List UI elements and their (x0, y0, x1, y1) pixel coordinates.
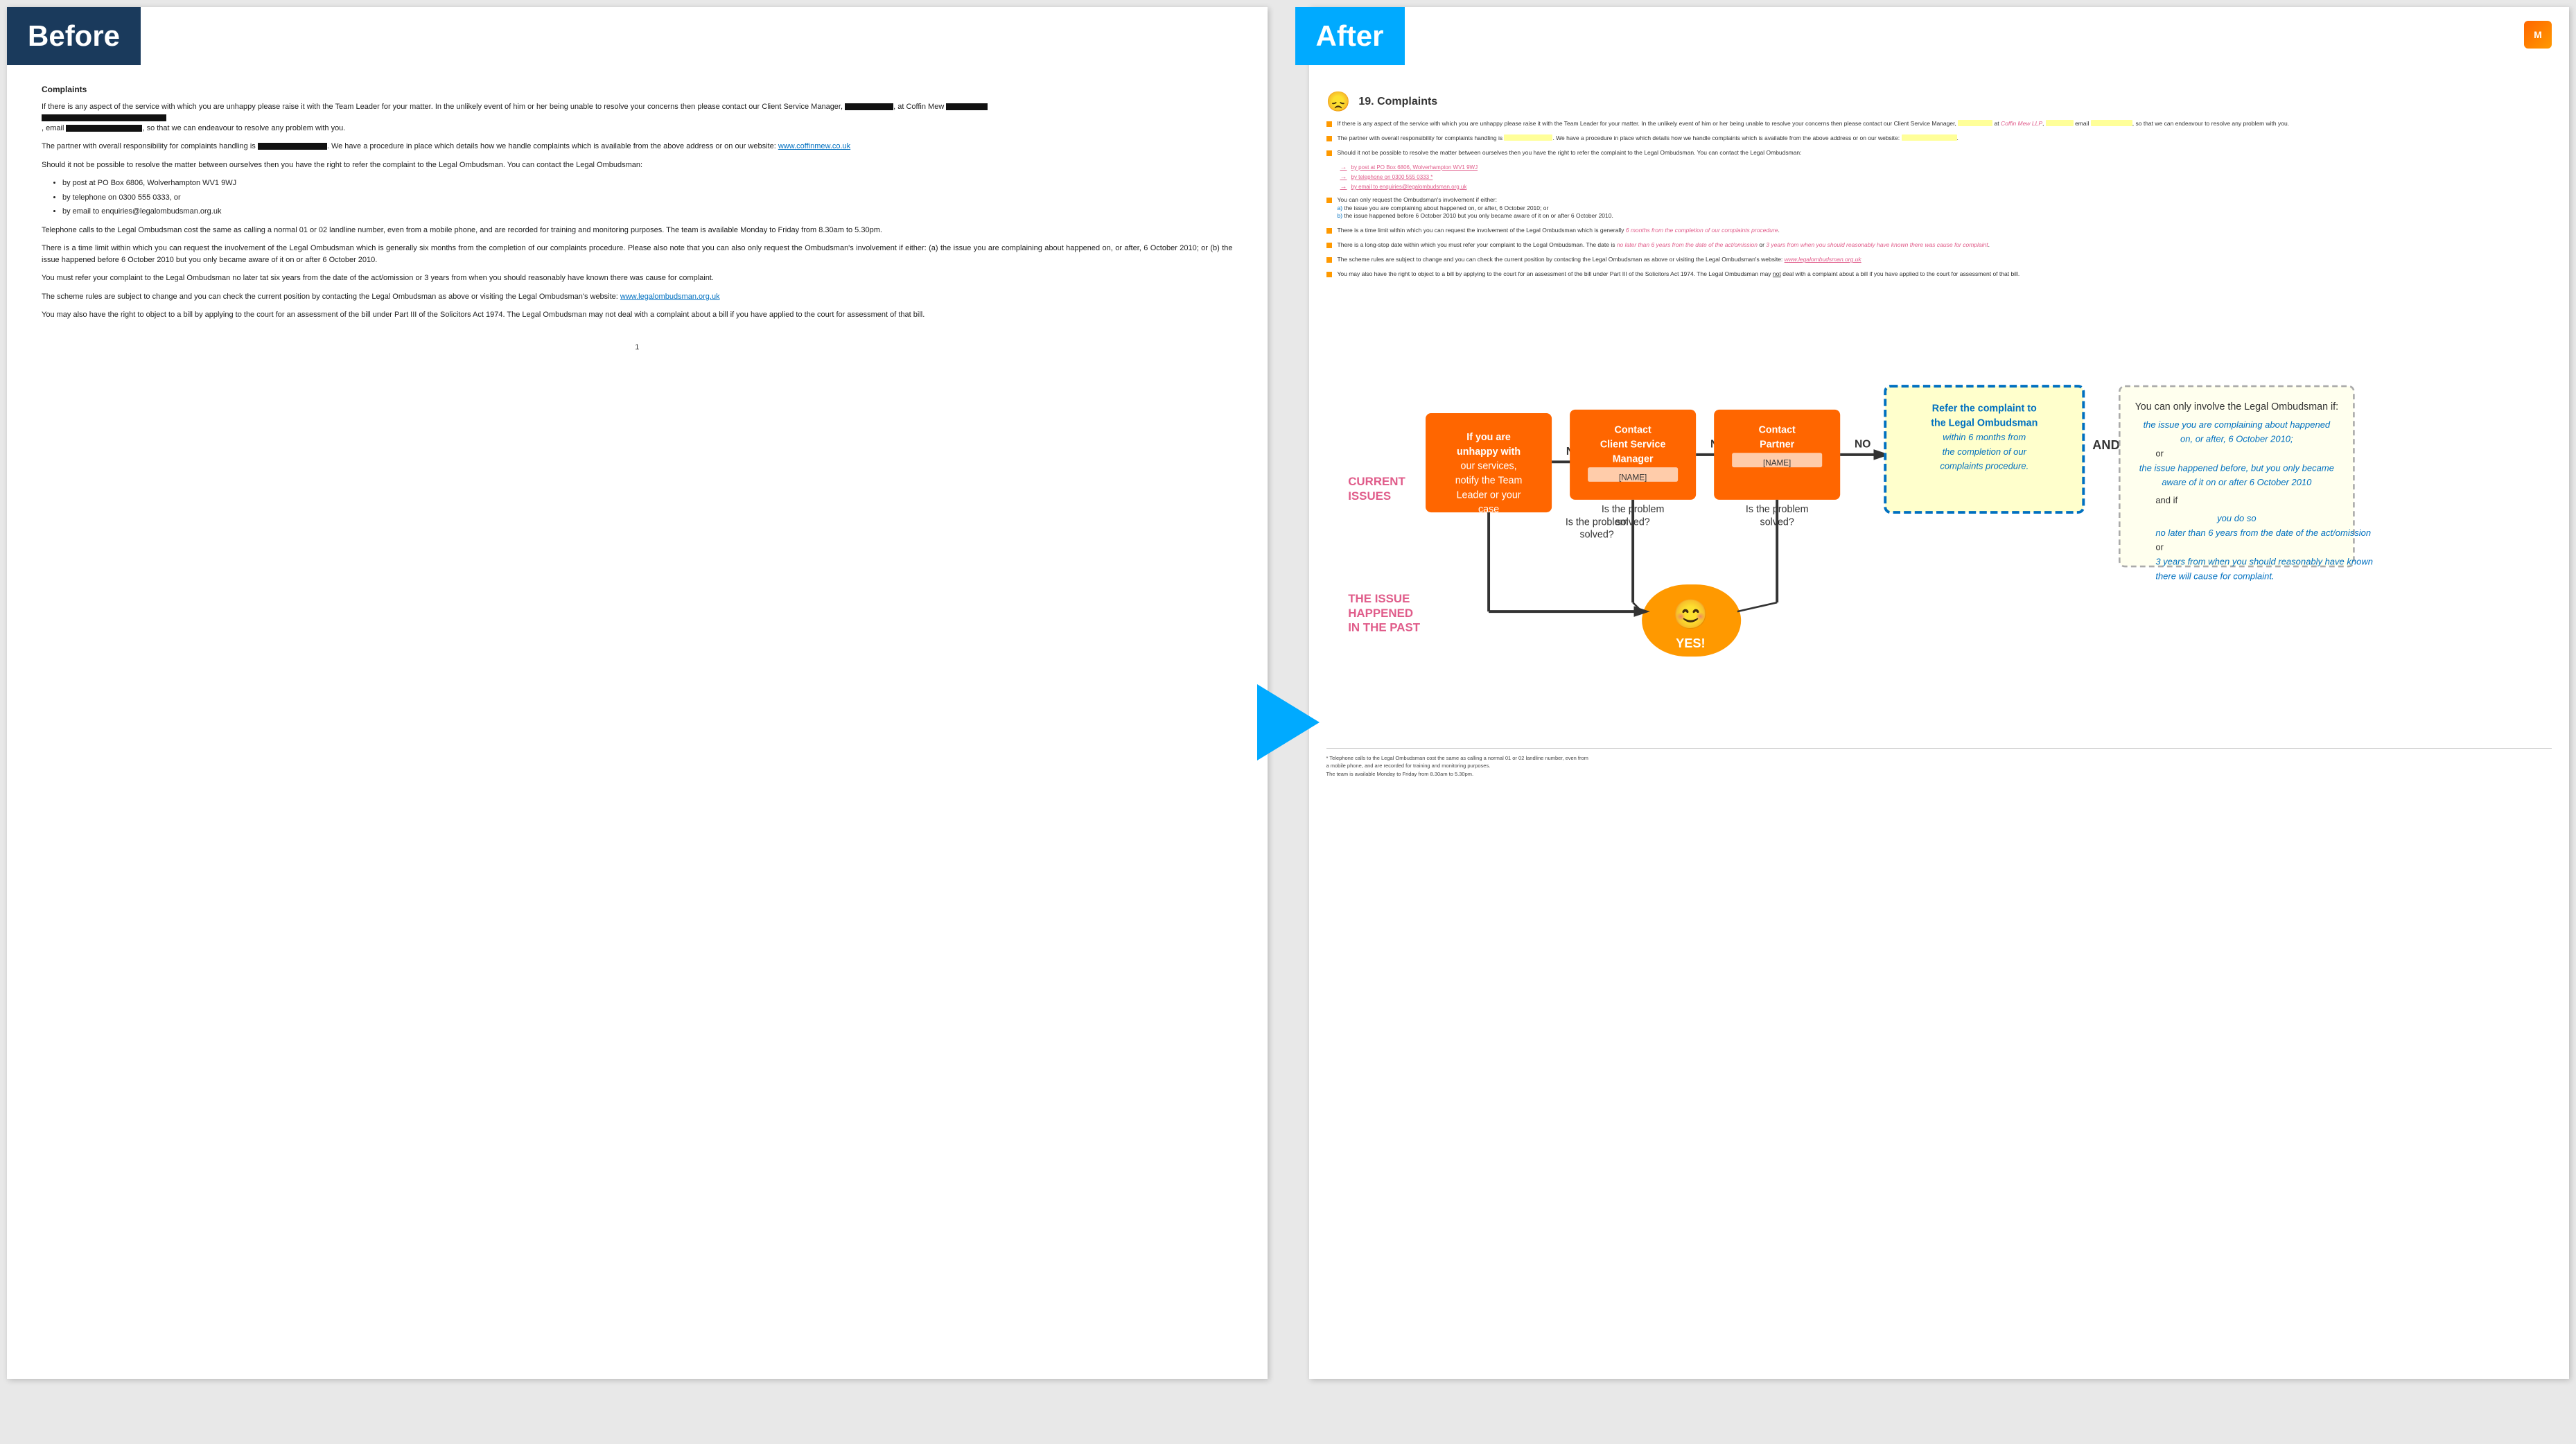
bullet-icon-3 (1326, 150, 1332, 156)
after-bullet-1: If there is any aspect of the service wi… (1326, 120, 2552, 128)
svg-text:YES!: YES! (1676, 636, 1705, 650)
contact-link-text-3: by email to enquiries@legalombudsman.org… (1351, 184, 1467, 190)
svg-text:Client Service: Client Service (1600, 439, 1665, 450)
before-para-3: Should it not be possible to resolve the… (42, 159, 1233, 171)
section-header: 😞 19. Complaints (1326, 90, 2552, 113)
after-bullet-7: The scheme rules are subject to change a… (1326, 256, 2552, 264)
after-bullet-3: Should it not be possible to resolve the… (1326, 149, 2552, 157)
svg-text:Contact: Contact (1614, 425, 1651, 436)
before-para-7: The scheme rules are subject to change a… (42, 291, 1233, 303)
svg-text:Partner: Partner (1760, 439, 1794, 450)
after-bullet-6: There is a long-stop date within which y… (1326, 241, 2552, 250)
svg-text:on, or after, 6 October 2010;: on, or after, 6 October 2010; (2180, 434, 2293, 444)
bullet-icon-1 (1326, 121, 1332, 127)
company-logo: M (2524, 21, 2552, 49)
before-contact-list: by post at PO Box 6806, Wolverhampton WV… (62, 177, 1233, 218)
svg-text:THE ISSUE: THE ISSUE (1348, 592, 1410, 605)
after-bullet-8: You may also have the right to object to… (1326, 270, 2552, 279)
svg-text:and if: and if (2155, 495, 2178, 505)
svg-text:[NAME]: [NAME] (1619, 473, 1647, 482)
svg-text:😊: 😊 (1672, 598, 1708, 630)
after-bullet-5: There is a time limit within which you c… (1326, 227, 2552, 235)
svg-text:If you are: If you are (1466, 432, 1511, 443)
before-para-8: You may also have the right to object to… (42, 309, 1233, 321)
contact-link-3: → by email to enquiries@legalombudsman.o… (1340, 183, 2552, 191)
svg-text:within 6 months from: within 6 months from (1943, 432, 2026, 442)
svg-text:NO: NO (1855, 438, 1870, 450)
svg-text:aware of it on or after 6 Octo: aware of it on or after 6 October 2010 (2162, 477, 2312, 487)
before-list-item-3: by email to enquiries@legalombudsman.org… (62, 206, 1233, 218)
svg-text:CURRENT: CURRENT (1348, 475, 1405, 488)
after-bullets-1: If there is any aspect of the service wi… (1326, 120, 2552, 157)
before-para-6: You must refer your complaint to the Leg… (42, 272, 1233, 284)
arrow-icon-2: → (1340, 173, 1347, 181)
svg-text:HAPPENED: HAPPENED (1348, 607, 1413, 620)
svg-text:IN THE PAST: IN THE PAST (1348, 621, 1421, 634)
svg-text:ISSUES: ISSUES (1348, 489, 1391, 503)
after-bullet-4: You can only request the Ombudsman's inv… (1326, 196, 2552, 221)
svg-text:the issue you are complaining: the issue you are complaining about happ… (2143, 419, 2330, 430)
svg-text:Contact: Contact (1758, 425, 1795, 436)
svg-text:Leader or your: Leader or your (1456, 489, 1521, 501)
svg-text:our services,: our services, (1460, 461, 1516, 472)
after-bullets-2: You can only request the Ombudsman's inv… (1326, 196, 2552, 279)
flowchart: CURRENT ISSUES If you are unhappy with o… (1326, 287, 2552, 741)
before-list-item-1: by post at PO Box 6806, Wolverhampton WV… (62, 177, 1233, 189)
before-heading: Complaints (42, 83, 1233, 96)
svg-text:no later than 6 years from the: no later than 6 years from the date of t… (2155, 528, 2371, 538)
svg-text:solved?: solved? (1579, 529, 1613, 540)
before-para-5: There is a time limit within which you c… (42, 243, 1233, 266)
sad-face-icon: 😞 (1326, 90, 1351, 113)
arrow-icon-3: → (1340, 183, 1347, 191)
contact-link-text-1: by post at PO Box 6806, Wolverhampton WV… (1351, 164, 1478, 171)
bullet-icon-5 (1326, 228, 1332, 234)
svg-text:notify the Team: notify the Team (1455, 475, 1522, 486)
before-panel: Before Complaints If there is any aspect… (0, 0, 1288, 1444)
bullet-icon-8 (1326, 272, 1332, 277)
svg-text:3 years from when you should r: 3 years from when you should reasonably … (2155, 556, 2373, 566)
flowchart-svg: CURRENT ISSUES If you are unhappy with o… (1326, 287, 2552, 738)
before-para-4: Telephone calls to the Legal Ombudsman c… (42, 225, 1233, 236)
svg-text:unhappy with: unhappy with (1457, 446, 1521, 458)
svg-text:You can only involve the Legal: You can only involve the Legal Ombudsman… (2135, 401, 2338, 412)
svg-text:Manager: Manager (1612, 453, 1653, 464)
contact-link-text-2: by telephone on 0300 555 0333 * (1351, 174, 1433, 180)
bullet-icon-6 (1326, 243, 1332, 248)
ombudsman-link-before[interactable]: www.legalombudsman.org.uk (620, 293, 720, 301)
svg-text:or: or (2155, 542, 2164, 553)
bullet-icon-7 (1326, 257, 1332, 263)
svg-text:you do so: you do so (2216, 513, 2256, 523)
after-panel: After M 😞 19. Complaints If there is any… (1288, 0, 2576, 1444)
before-list-item-2: by telephone on 0300 555 0333, or (62, 192, 1233, 204)
after-label: After (1295, 7, 1405, 65)
after-doc-header: M (1326, 21, 2552, 49)
contact-link-2: → by telephone on 0300 555 0333 * (1340, 173, 2552, 181)
svg-text:[NAME]: [NAME] (1763, 458, 1791, 467)
svg-text:AND: AND (2092, 438, 2119, 452)
before-doc-content: Complaints If there is any aspect of the… (42, 83, 1233, 353)
svg-text:the completion of our: the completion of our (1942, 446, 2026, 457)
arrow-triangle (1257, 684, 1320, 760)
svg-text:there will cause for complaint: there will cause for complaint. (2155, 571, 2274, 581)
bullet-icon-4 (1326, 198, 1332, 203)
page-number: 1 (42, 342, 1233, 354)
svg-text:complaints procedure.: complaints procedure. (1940, 461, 2029, 471)
section-title: 19. Complaints (1358, 96, 1437, 108)
transition-arrow (1257, 684, 1320, 760)
bullet-icon-2 (1326, 136, 1332, 141)
before-para-1: If there is any aspect of the service wi… (42, 101, 1233, 134)
after-footnote: * Telephone calls to the Legal Ombudsman… (1326, 748, 2552, 778)
contact-link-1: → by post at PO Box 6806, Wolverhampton … (1340, 164, 2552, 171)
svg-text:Refer the complaint to: Refer the complaint to (1931, 403, 2036, 414)
before-document: Complaints If there is any aspect of the… (7, 7, 1268, 1379)
after-document: M 😞 19. Complaints If there is any aspec… (1309, 7, 2570, 1379)
website-link-before[interactable]: www.coffinmew.co.uk (778, 142, 850, 150)
after-bullet-2: The partner with overall responsibility … (1326, 134, 2552, 143)
arrow-icon-1: → (1340, 164, 1347, 171)
before-para-2: The partner with overall responsibility … (42, 141, 1233, 153)
before-label: Before (7, 7, 141, 65)
svg-text:the Legal Ombudsman: the Legal Ombudsman (1931, 417, 2038, 428)
svg-text:or: or (2155, 448, 2164, 458)
svg-text:the issue happened before, but: the issue happened before, but you only … (2139, 462, 2333, 473)
